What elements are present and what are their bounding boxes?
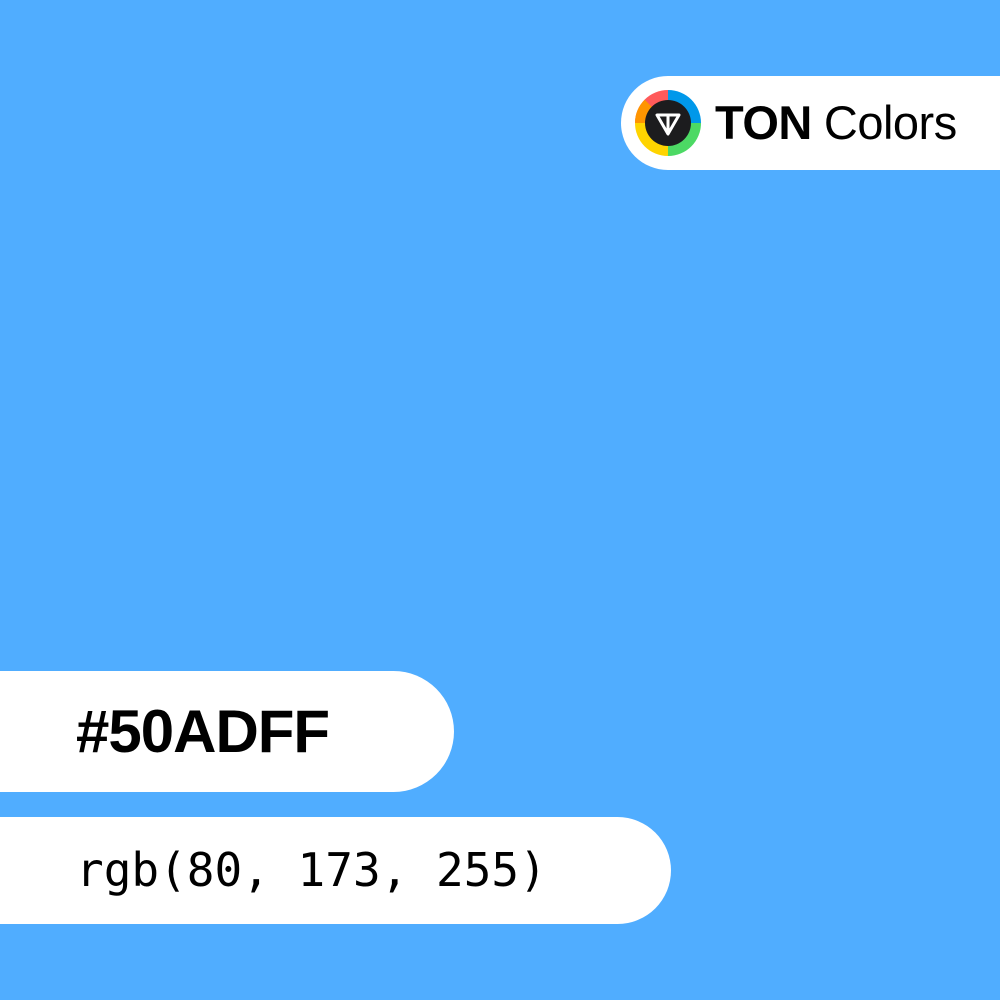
ton-colors-logo-icon xyxy=(635,90,701,156)
rgb-code-pill: rgb(80, 173, 255) xyxy=(0,817,671,924)
brand-name-light: Colors xyxy=(823,96,957,149)
rgb-code: rgb(80, 173, 255) xyxy=(76,843,547,897)
hex-code-pill: #50ADFF xyxy=(0,671,454,792)
hex-code: #50ADFF xyxy=(76,698,330,765)
brand-badge: TON Colors xyxy=(621,76,1000,170)
brand-name-strong: TON xyxy=(715,96,812,149)
brand-name: TON Colors xyxy=(715,76,957,170)
